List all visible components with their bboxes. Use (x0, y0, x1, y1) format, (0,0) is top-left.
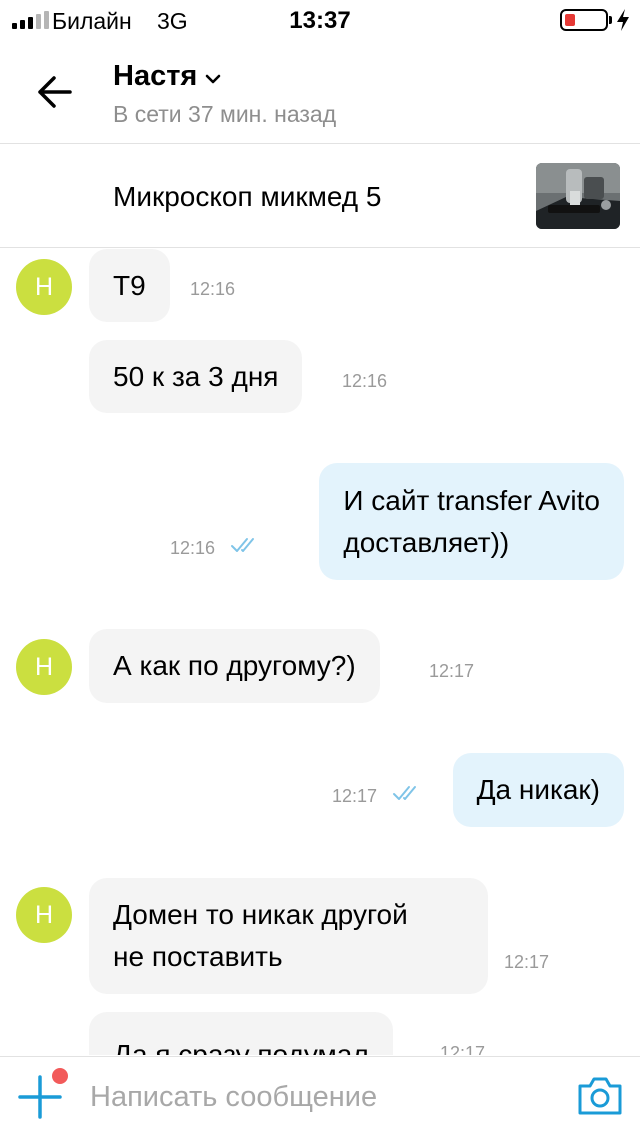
listing-bar[interactable]: Микроскоп микмед 5 (0, 144, 640, 248)
listing-title: Микроскоп микмед 5 (113, 181, 382, 212)
notification-dot (52, 1068, 68, 1084)
contact-avatar: Н (16, 639, 72, 695)
message-text: А как по другому?) (113, 650, 356, 681)
message-bubble-incoming[interactable]: Домен то никак другой не поставить (89, 878, 488, 994)
arrow-left-icon[interactable] (28, 68, 80, 116)
message-text-line: И сайт transfer Avito (343, 484, 600, 516)
double-check-icon (393, 786, 416, 800)
message-bubble-outgoing[interactable]: Да никак) (452, 753, 624, 827)
camera-icon[interactable] (576, 1075, 624, 1117)
status-time: 13:37 (289, 7, 351, 34)
message-text-line: не поставить (113, 941, 283, 972)
message-time: 12:17 (504, 952, 550, 972)
message-time: 12:17 (332, 786, 378, 806)
message-text: Да никак) (476, 774, 600, 805)
message-time: 12:17 (440, 1043, 486, 1055)
chevron-down-icon (206, 74, 221, 83)
double-check-icon (231, 538, 254, 552)
message-input[interactable] (90, 1075, 530, 1119)
composer-bar (0, 1056, 640, 1136)
message-list[interactable]: Н Т9 12:16 50 к за 3 дня 12:16 И сайт tr… (0, 249, 640, 1055)
contact-avatar: Н (16, 887, 72, 943)
message-time: 12:17 (429, 661, 475, 681)
message-time: 12:16 (190, 279, 236, 299)
message-bubble-incoming[interactable]: Т9 (89, 249, 170, 322)
status-bar: Билайн 3G 13:37 (0, 0, 640, 42)
message-time: 12:16 (342, 371, 388, 391)
listing-thumbnail[interactable] (536, 163, 620, 229)
message-text-line: Домен то никак другой (113, 899, 408, 930)
message-time: 12:16 (170, 538, 216, 558)
contact-name: Настя (113, 60, 198, 92)
message-text: 50 к за 3 дня (113, 360, 279, 392)
last-seen-status: В сети 37 мин. назад (113, 101, 337, 127)
charging-bolt-icon (617, 9, 629, 31)
contact-title-group[interactable]: Настя В сети 37 мин. назад (113, 60, 336, 128)
message-text: Да я сразу подумал (113, 1039, 369, 1055)
message-bubble-outgoing[interactable]: И сайт transfer Avito доставляет)) (319, 463, 624, 580)
battery-icon (560, 9, 612, 31)
message-text: Т9 (113, 269, 146, 301)
message-text-line: доставляет)) (343, 526, 510, 558)
chat-header: Настя В сети 37 мин. назад (0, 42, 640, 144)
message-bubble-incoming[interactable]: 50 к за 3 дня (89, 340, 303, 413)
message-bubble-incoming[interactable]: А как по другому?) (89, 629, 380, 703)
contact-avatar: Н (16, 259, 72, 315)
message-bubble-incoming[interactable]: Да я сразу подумал (89, 1012, 393, 1055)
